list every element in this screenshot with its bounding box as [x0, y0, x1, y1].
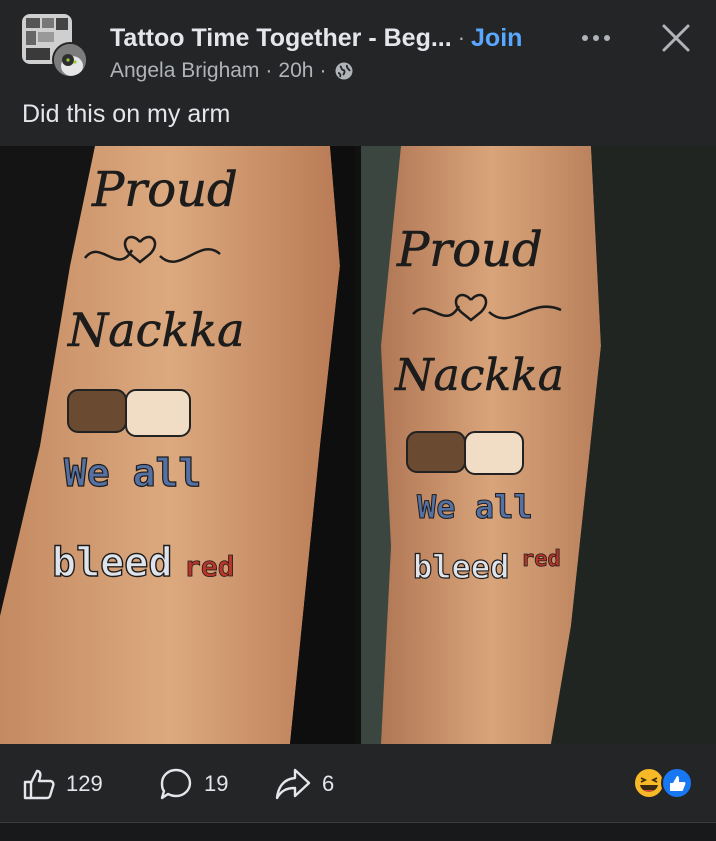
- photo-grid: Proud Nackka We all bleed red Proud Nack…: [0, 146, 716, 744]
- author-avatar[interactable]: [52, 42, 88, 78]
- comment-count: 19: [204, 771, 229, 796]
- meta-separator-2: ·: [319, 59, 327, 82]
- close-button[interactable]: [656, 18, 696, 58]
- tattoo-word-proud: Proud: [91, 162, 238, 218]
- post-timestamp[interactable]: 20h: [278, 59, 313, 83]
- group-avatar[interactable]: [22, 14, 88, 80]
- like-button[interactable]: 129: [22, 764, 103, 804]
- comment-icon: [160, 768, 192, 800]
- more-options-button[interactable]: [578, 24, 614, 52]
- tattoo-word-red-right: red: [521, 547, 561, 572]
- share-button[interactable]: 6: [274, 764, 334, 804]
- post-meta: Angela Brigham · 20h ·: [110, 58, 354, 84]
- like-count: 129: [66, 771, 103, 796]
- post-header: Tattoo Time Together - Beg... · Join Ang…: [0, 0, 716, 90]
- haha-reaction-icon: [633, 767, 665, 799]
- tattoo-word-we-all: We all: [64, 451, 201, 495]
- share-icon: [275, 768, 311, 800]
- like-reaction-icon: [661, 767, 693, 799]
- group-name-link[interactable]: Tattoo Time Together - Beg...: [110, 24, 452, 53]
- photo-right[interactable]: Proud Nackka We all bleed red: [361, 146, 716, 744]
- bottom-divider: [0, 822, 716, 841]
- more-horizontal-icon: [582, 35, 610, 41]
- tattoo-word-nackka-right: Nackka: [394, 350, 564, 401]
- tattoo-word-proud-right: Proud: [396, 222, 543, 278]
- reactions-summary[interactable]: [632, 766, 696, 800]
- globe-icon[interactable]: [332, 61, 354, 81]
- meta-separator: ·: [265, 59, 273, 82]
- title-row: Tattoo Time Together - Beg... · Join: [110, 22, 522, 54]
- author-name-link[interactable]: Angela Brigham: [110, 59, 259, 83]
- tattoo-word-we-all-right: We all: [417, 488, 533, 526]
- post-actions: 129 19 6: [0, 748, 716, 820]
- tattoo-word-nackka: Nackka: [67, 303, 245, 357]
- photo-left[interactable]: Proud Nackka We all bleed red: [0, 146, 355, 744]
- comment-button[interactable]: 19: [158, 764, 228, 804]
- tattoo-word-red: red: [184, 550, 235, 583]
- title-separator: ·: [457, 25, 466, 50]
- close-icon: [662, 24, 690, 52]
- tattoo-word-bleed: bleed: [52, 540, 172, 586]
- thumbs-up-icon: [23, 769, 55, 800]
- share-count: 6: [322, 771, 335, 796]
- tattoo-word-bleed-right: bleed: [413, 548, 509, 586]
- post-text: Did this on my arm: [22, 100, 231, 128]
- join-group-button[interactable]: Join: [471, 24, 522, 53]
